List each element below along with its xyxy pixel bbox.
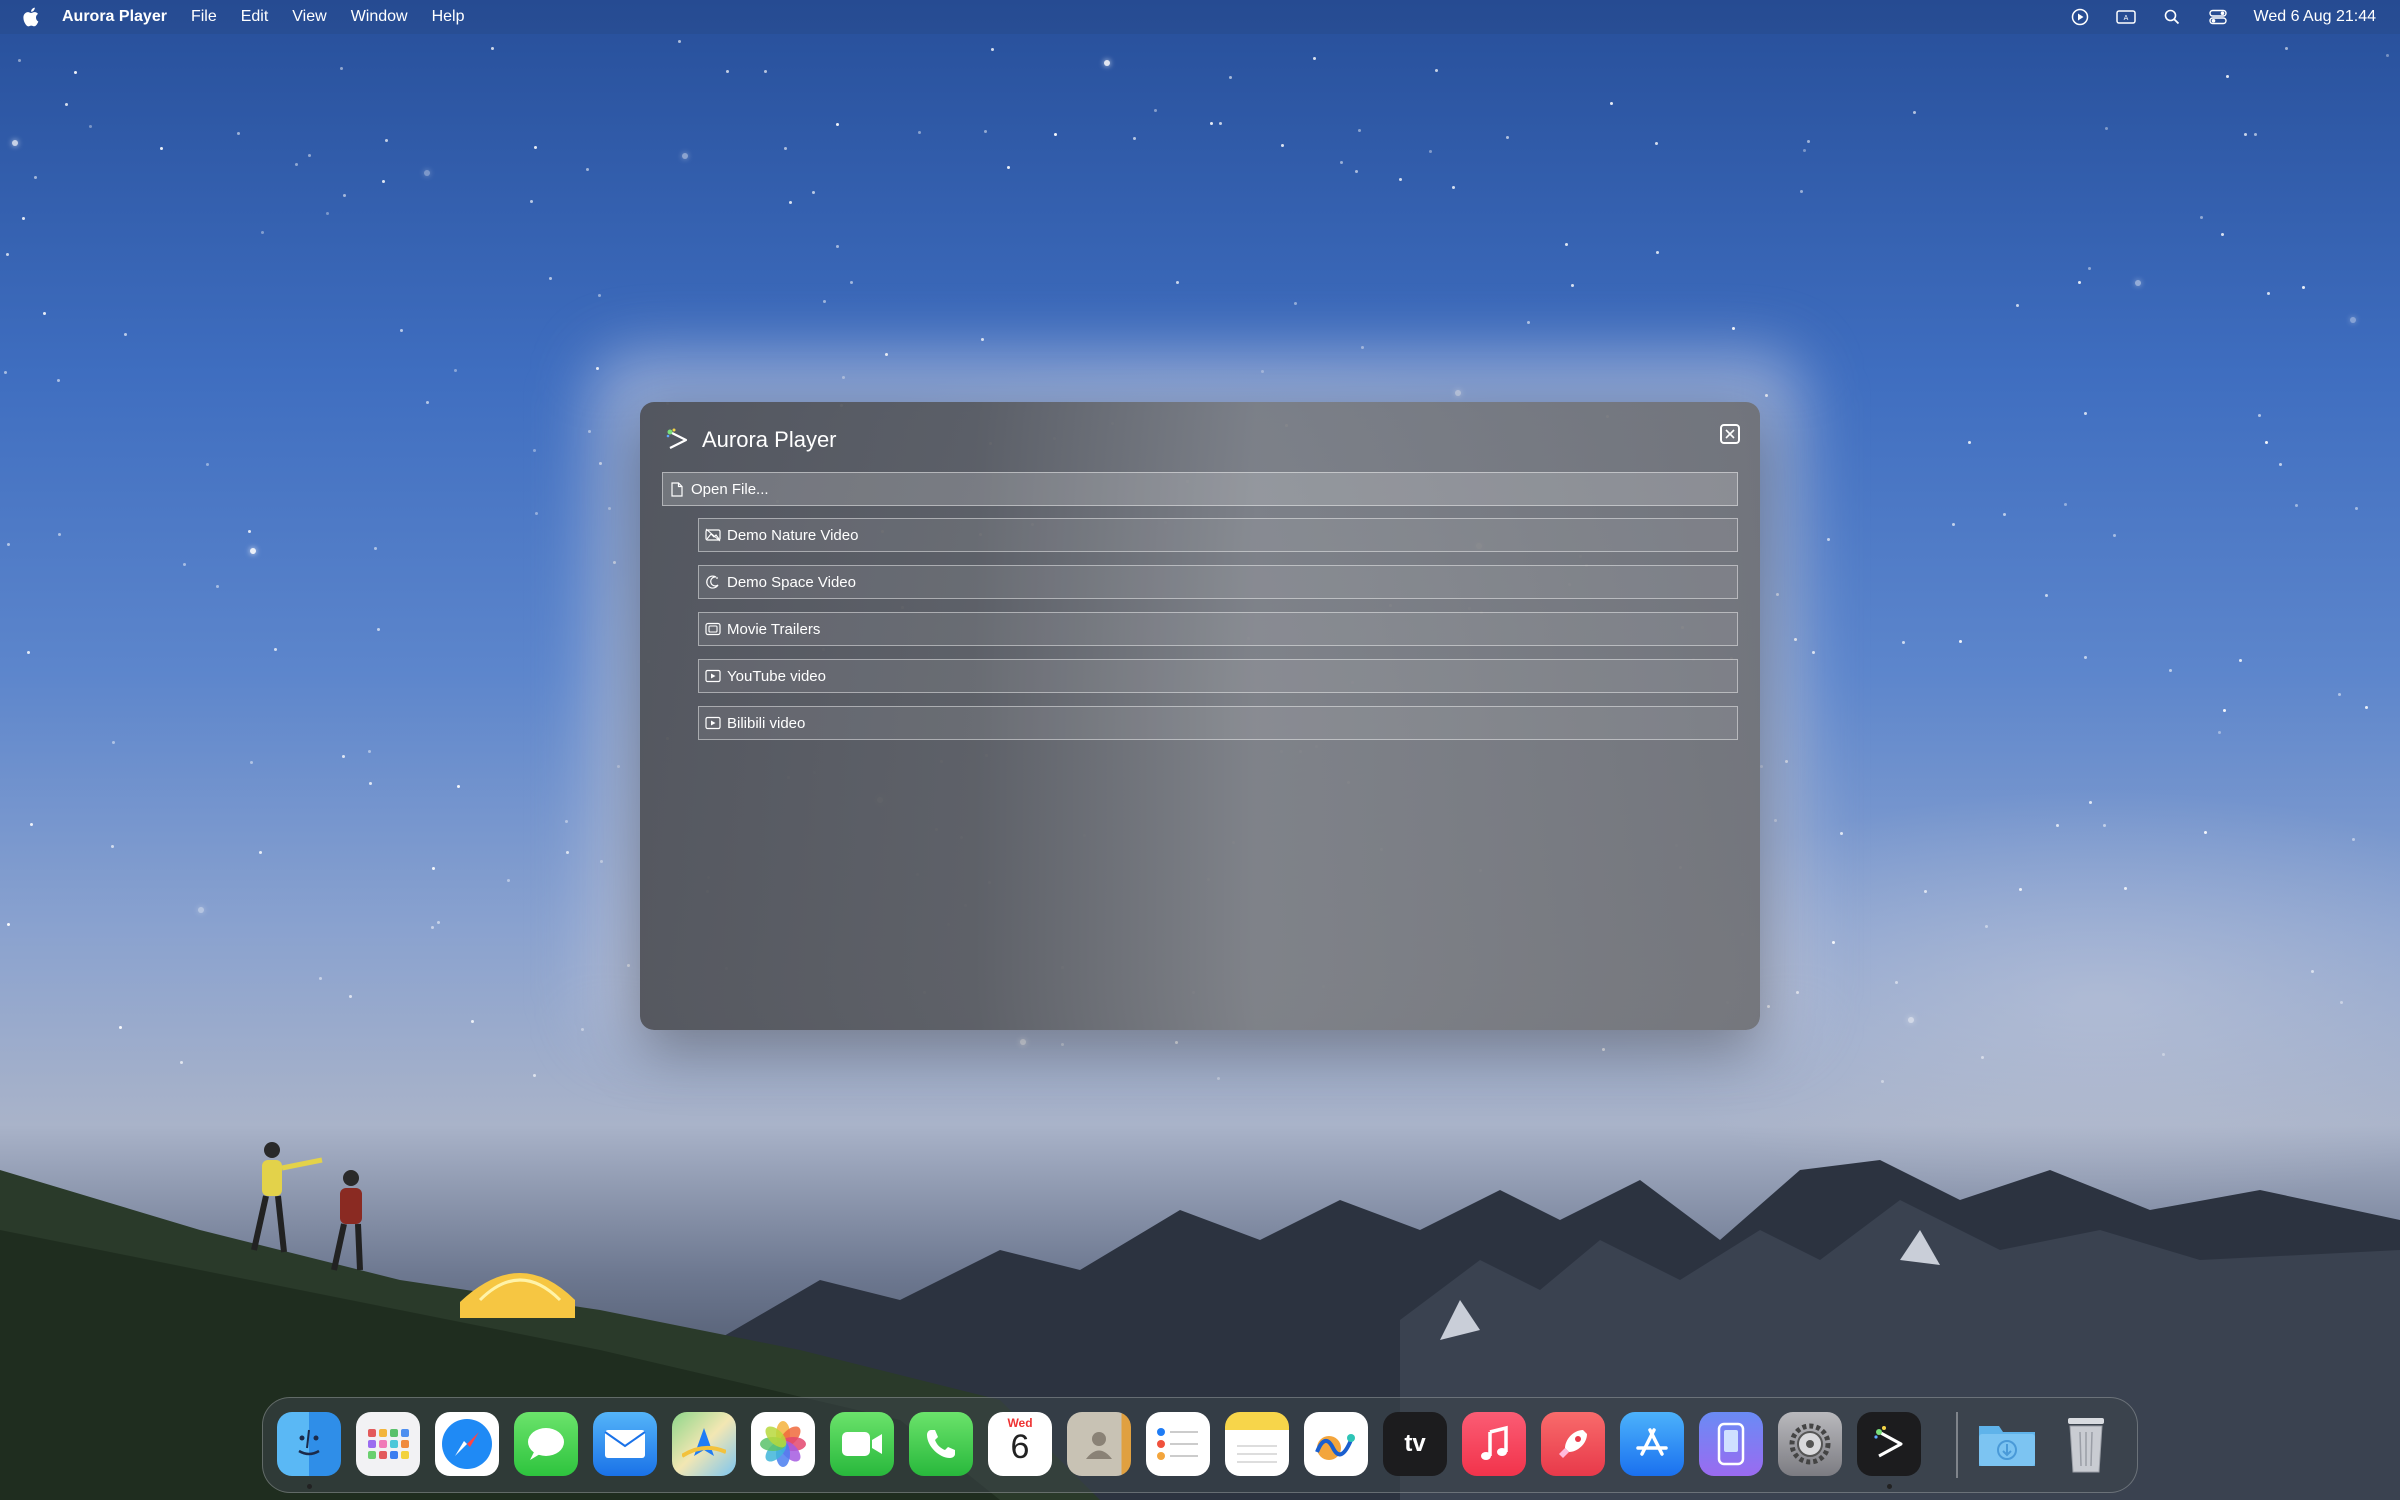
contacts-icon[interactable] xyxy=(1067,1412,1131,1476)
dock: Wed 6 tv xyxy=(262,1397,2138,1493)
messages-icon[interactable] xyxy=(514,1412,578,1476)
menubar-clock[interactable]: Wed 6 Aug 21:44 xyxy=(2254,8,2376,26)
now-playing-icon[interactable] xyxy=(2070,7,2090,27)
calendar-icon[interactable]: Wed 6 xyxy=(988,1412,1052,1476)
list-item-label: Movie Trailers xyxy=(727,620,821,638)
close-window-button[interactable] xyxy=(1720,424,1740,444)
close-icon xyxy=(1725,429,1735,439)
menu-help[interactable]: Help xyxy=(432,8,465,26)
menu-edit[interactable]: Edit xyxy=(241,8,269,26)
finder-icon[interactable] xyxy=(277,1412,341,1476)
aurora-player-logo-icon xyxy=(666,428,688,449)
list-item-label: YouTube video xyxy=(727,667,826,685)
open-file-button[interactable]: Open File... xyxy=(662,472,1738,506)
dock-separator xyxy=(1956,1412,1958,1478)
app-store-icon[interactable] xyxy=(1620,1412,1684,1476)
running-indicator xyxy=(307,1484,312,1489)
list-item-label: Demo Space Video xyxy=(727,573,856,591)
apple-tv-icon[interactable]: tv xyxy=(1383,1412,1447,1476)
rocket-icon[interactable] xyxy=(1541,1412,1605,1476)
facetime-icon[interactable] xyxy=(830,1412,894,1476)
space-icon xyxy=(705,574,721,590)
running-indicator xyxy=(1887,1484,1892,1489)
launchpad-icon[interactable] xyxy=(356,1412,420,1476)
nature-icon xyxy=(705,527,721,543)
phone-icon[interactable] xyxy=(909,1412,973,1476)
system-settings-icon[interactable] xyxy=(1778,1412,1842,1476)
aurora-player-window: Aurora Player Open File... Demo Nature V… xyxy=(640,402,1760,1030)
safari-icon[interactable] xyxy=(435,1412,499,1476)
mail-icon[interactable] xyxy=(593,1412,657,1476)
demo-space-video-button[interactable]: Demo Space Video xyxy=(698,565,1738,599)
menu-view[interactable]: View xyxy=(292,8,326,26)
menu-file[interactable]: File xyxy=(191,8,217,26)
calendar-date: 6 xyxy=(1010,1428,1030,1466)
freeform-icon[interactable] xyxy=(1304,1412,1368,1476)
apple-menu-icon[interactable] xyxy=(22,7,42,27)
youtube-video-button[interactable]: YouTube video xyxy=(698,659,1738,693)
document-icon xyxy=(669,481,685,497)
menu-window[interactable]: Window xyxy=(351,8,408,26)
demo-nature-video-button[interactable]: Demo Nature Video xyxy=(698,518,1738,552)
maps-icon[interactable] xyxy=(672,1412,736,1476)
bilibili-video-button[interactable]: Bilibili video xyxy=(698,706,1738,740)
trash-icon[interactable] xyxy=(2054,1412,2118,1476)
photos-icon[interactable] xyxy=(751,1412,815,1476)
film-icon xyxy=(705,621,721,637)
menu-bar: Aurora Player File Edit View Window Help… xyxy=(0,0,2400,34)
downloads-folder-icon[interactable] xyxy=(1975,1412,2039,1476)
music-icon[interactable] xyxy=(1462,1412,1526,1476)
spotlight-search-icon[interactable] xyxy=(2162,7,2182,27)
window-titlebar: Aurora Player xyxy=(664,422,837,458)
iphone-mirroring-icon[interactable] xyxy=(1699,1412,1763,1476)
aurora-player-dock-icon[interactable] xyxy=(1857,1412,1921,1476)
app-menu[interactable]: Aurora Player xyxy=(62,8,167,26)
svg-text:A: A xyxy=(2123,15,2128,22)
control-center-icon[interactable] xyxy=(2208,7,2228,27)
caption-icon[interactable]: A xyxy=(2115,7,2136,27)
reminders-icon[interactable] xyxy=(1146,1412,1210,1476)
tv-label: tv xyxy=(1404,1430,1426,1457)
window-title: Aurora Player xyxy=(702,427,837,452)
movie-trailers-button[interactable]: Movie Trailers xyxy=(698,612,1738,646)
list-item-label: Bilibili video xyxy=(727,714,806,732)
open-file-label: Open File... xyxy=(691,480,769,498)
notes-icon[interactable] xyxy=(1225,1412,1289,1476)
list-item-label: Demo Nature Video xyxy=(727,526,859,544)
play-icon xyxy=(705,715,721,731)
play-icon xyxy=(705,668,721,684)
